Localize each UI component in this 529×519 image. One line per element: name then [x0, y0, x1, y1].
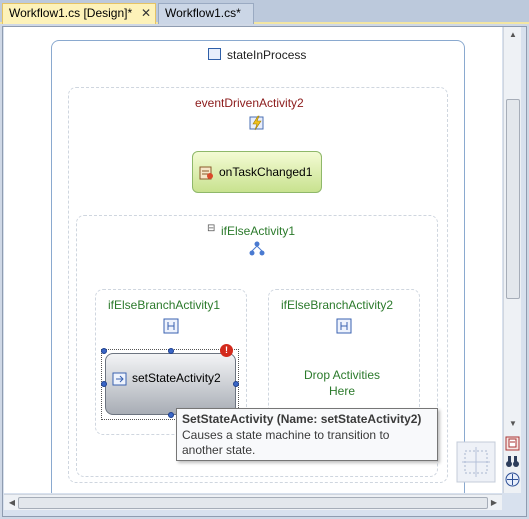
tab-label: Workflow1.cs [Design]*: [9, 6, 133, 20]
event-driven-label: eventDrivenActivity2: [195, 96, 304, 110]
resize-handle[interactable]: [168, 412, 174, 418]
resize-handle[interactable]: [168, 348, 174, 354]
set-state-icon: [112, 372, 127, 386]
drop-text: Here: [328, 384, 355, 398]
branch-icon: [163, 318, 179, 334]
activity-label: onTaskChanged1: [219, 165, 313, 179]
branch-2-label: ifElseBranchActivity2: [281, 298, 394, 312]
workflow-designer-canvas[interactable]: stateInProcess eventDrivenActivity2 onTa…: [4, 27, 502, 493]
scroll-up-icon[interactable]: ▲: [505, 27, 521, 43]
event-driven-icon: [249, 115, 264, 131]
drop-activities-target[interactable]: Drop Activities Here: [302, 367, 382, 399]
vertical-scrollbar[interactable]: ▲ ▼: [503, 27, 521, 493]
tooltip-body: Causes a state machine to transition to …: [182, 428, 390, 457]
on-task-changed-activity[interactable]: onTaskChanged1: [192, 151, 322, 193]
branch-1-label: ifElseBranchActivity1: [108, 298, 221, 312]
set-state-activity[interactable]: setStateActivity2: [105, 353, 236, 415]
designer-zoom-tools: [503, 434, 521, 494]
activity-tooltip: SetStateActivity (Name: setStateActivity…: [176, 408, 438, 461]
task-changed-icon: [199, 166, 213, 180]
state-title: stateInProcess: [227, 48, 307, 62]
navigator-icon[interactable]: [456, 441, 496, 483]
if-else-icon: [249, 241, 265, 256]
tab-workflow-design[interactable]: Workflow1.cs [Design]* ✕: [2, 3, 156, 24]
resize-handle[interactable]: [101, 348, 107, 354]
scroll-right-icon[interactable]: ▶: [486, 495, 502, 511]
if-else-label: ifElseActivity1: [221, 224, 296, 238]
activity-label: setStateActivity2: [132, 371, 221, 385]
horizontal-scroll-thumb[interactable]: [18, 497, 488, 509]
collapse-icon[interactable]: ⊟: [207, 223, 215, 234]
close-tab-icon[interactable]: ✕: [141, 6, 151, 20]
tooltip-title: SetStateActivity (Name: setStateActivity…: [182, 412, 422, 426]
workflow-options-icon[interactable]: [505, 436, 520, 451]
resize-handle[interactable]: [233, 381, 239, 387]
pan-icon[interactable]: [505, 472, 520, 487]
resize-handle[interactable]: [101, 381, 107, 387]
binoculars-icon[interactable]: [505, 454, 520, 469]
drop-text: Drop Activities: [303, 368, 381, 382]
tab-workflow-code[interactable]: Workflow1.cs*: [158, 3, 254, 24]
error-icon[interactable]: !: [220, 344, 233, 357]
scroll-down-icon[interactable]: ▼: [505, 416, 521, 432]
vertical-scroll-thumb[interactable]: [506, 99, 520, 299]
document-tab-bar: Workflow1.cs [Design]* ✕ Workflow1.cs*: [0, 0, 529, 24]
state-icon: [208, 48, 221, 60]
tab-label: Workflow1.cs*: [165, 6, 241, 20]
horizontal-scrollbar[interactable]: ◀ ▶: [4, 494, 502, 510]
branch-icon: [336, 318, 352, 334]
